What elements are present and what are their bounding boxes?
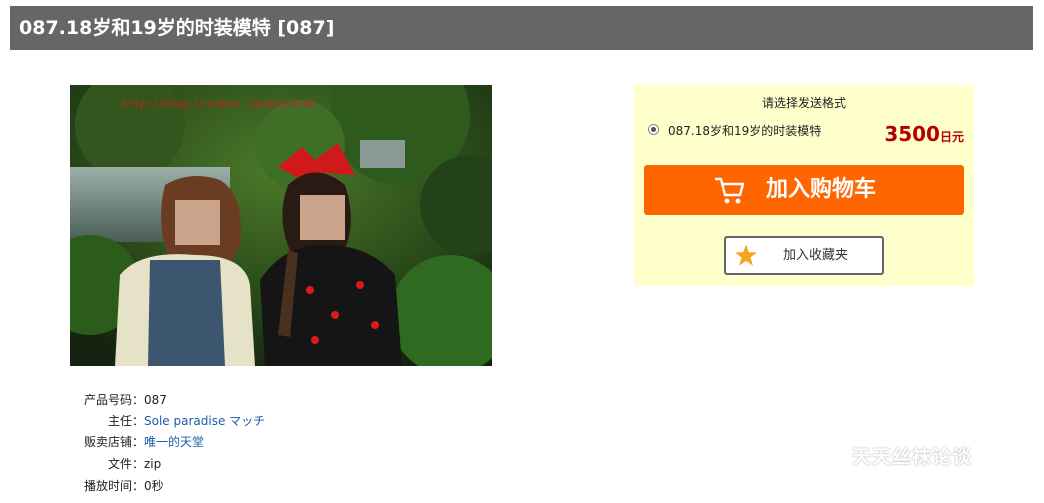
file-value: zip xyxy=(144,457,162,471)
file-label: 文件： xyxy=(107,457,144,471)
cart-icon xyxy=(714,177,745,204)
lead-label: 主任： xyxy=(107,414,144,428)
price-unit: 日元 xyxy=(939,130,964,144)
format-title: 请选择发送格式 xyxy=(761,96,846,110)
add-to-cart-label: 加入购物车 xyxy=(766,177,877,202)
info-row-code: 产品号码：087 xyxy=(82,390,167,410)
star-icon xyxy=(735,244,757,266)
info-row-file: 文件：zip xyxy=(82,454,161,474)
add-to-favorites-button[interactable]: 加入收藏夹 xyxy=(724,236,884,275)
info-row-lead: 主任：Sole paradise マッチ xyxy=(82,411,265,431)
duration-label: 播放时间： xyxy=(83,479,144,493)
price-amount: 3500 xyxy=(884,122,940,146)
code-label: 产品号码： xyxy=(83,393,144,407)
duration-value: 0秒 xyxy=(144,479,164,493)
shop-label: 贩卖店铺： xyxy=(83,435,144,449)
purchase-panel: 请选择发送格式 087.18岁和19岁的时装模特 3500日元 加入购物车 加入… xyxy=(634,85,974,286)
product-photo: http://blog.livedoor.jp/match130 xyxy=(70,85,492,366)
photo-graphic xyxy=(70,85,492,366)
photo-watermark-url: http://blog.livedoor.jp/match130 xyxy=(122,99,315,110)
info-row-shop: 贩卖店铺：唯一的天堂 xyxy=(82,432,204,452)
lead-link[interactable]: Sole paradise マッチ xyxy=(144,414,265,428)
page-title: 087.18岁和19岁的时装模特 [087] xyxy=(10,6,1033,50)
add-to-cart-button[interactable]: 加入购物车 xyxy=(644,165,964,215)
code-value: 087 xyxy=(144,393,167,407)
format-option-label: 087.18岁和19岁的时装模特 xyxy=(668,124,822,138)
radio-selected-icon[interactable] xyxy=(648,124,659,135)
site-watermark: 天天丝袜论谈 xyxy=(852,446,973,468)
info-row-duration: 播放时间：0秒 xyxy=(82,476,164,496)
price: 3500日元 xyxy=(884,122,964,146)
shop-link[interactable]: 唯一的天堂 xyxy=(144,435,204,449)
add-to-favorites-label: 加入收藏夹 xyxy=(783,248,849,263)
